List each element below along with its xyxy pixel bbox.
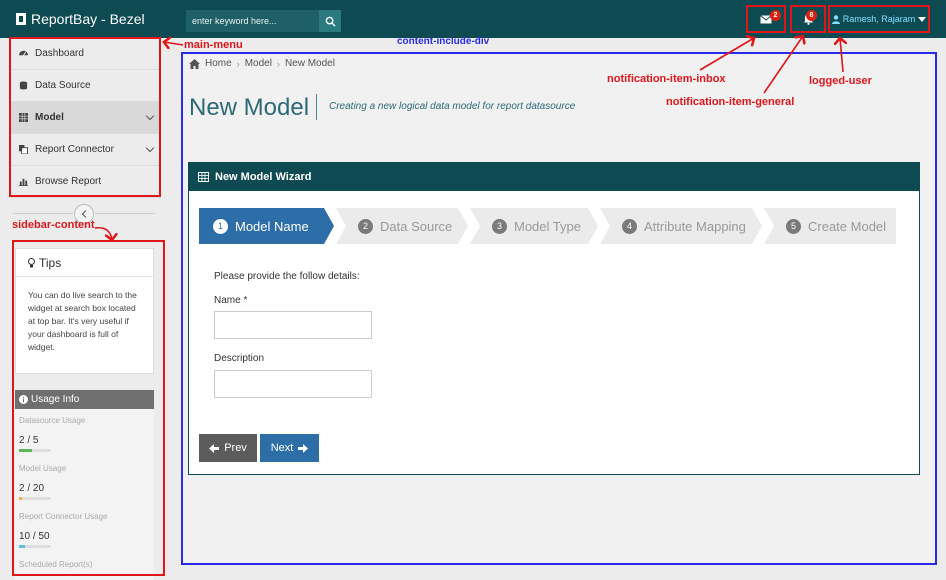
step-label: Attribute Mapping <box>644 218 746 234</box>
search-icon <box>325 16 336 27</box>
step-label: Data Source <box>380 218 453 234</box>
chevron-left-icon <box>81 210 87 218</box>
arrow-left-icon <box>209 443 220 453</box>
step-number: 2 <box>358 218 373 234</box>
step-notch <box>600 208 610 244</box>
annotation-notification-item-inbox: notification-item-inbox <box>607 73 726 85</box>
breadcrumb-separator: › <box>276 58 280 69</box>
divider <box>13 213 73 214</box>
app-brand[interactable]: ReportBay - Bezel <box>16 11 145 27</box>
arrow-right-icon <box>298 443 309 453</box>
page-title: New Model <box>189 94 310 121</box>
caret-down-icon <box>918 16 927 22</box>
wizard-step-create-model[interactable]: 5 Create Model <box>764 208 896 244</box>
wizard-step-model-type[interactable]: 3 Model Type <box>470 208 598 244</box>
step-label: Create Model <box>808 218 887 234</box>
main-menu-highlight <box>9 37 161 197</box>
annotation-sidebar-content: sidebar-content <box>12 219 95 231</box>
breadcrumb-model[interactable]: Model <box>245 58 272 69</box>
annotation-logged-user: logged-user <box>809 75 872 87</box>
breadcrumb-home[interactable]: Home <box>205 58 232 69</box>
table-icon <box>198 172 209 182</box>
prev-label: Prev <box>224 442 247 454</box>
notification-item-inbox[interactable]: 2 <box>746 5 786 33</box>
notification-item-general[interactable]: 8 <box>790 5 826 33</box>
next-button[interactable]: Next <box>260 434 319 462</box>
description-label: Description <box>214 353 265 364</box>
inbox-count-badge: 2 <box>770 10 781 21</box>
wizard-step-model-name[interactable]: 1 Model Name <box>199 208 334 244</box>
prev-button[interactable]: Prev <box>199 434 257 462</box>
form-intro: Please provide the follow details: <box>214 271 360 282</box>
top-bar: ReportBay - Bezel 2 8 Ramesh, Rajaram <box>0 0 946 38</box>
divider <box>95 213 155 214</box>
logged-user[interactable]: Ramesh, Rajaram <box>828 5 930 33</box>
sidebar-content-highlight <box>12 240 165 576</box>
annotation-content-include-div: content-include-div <box>397 36 490 47</box>
app-title: ReportBay - Bezel <box>31 11 145 27</box>
breadcrumb: Home › Model › New Model <box>189 58 335 69</box>
step-arrow <box>458 208 468 244</box>
wizard-title: New Model Wizard <box>215 171 312 183</box>
step-notch <box>336 208 346 244</box>
search-button[interactable] <box>319 10 341 32</box>
name-label: Name * <box>214 295 248 306</box>
content-include-div: Home › Model › New Model New Model Creat… <box>181 52 937 565</box>
description-input[interactable] <box>214 370 372 398</box>
step-number: 4 <box>622 218 637 234</box>
annotation-notification-item-general: notification-item-general <box>666 96 795 108</box>
wizard-step-attribute-mapping[interactable]: 4 Attribute Mapping <box>600 208 762 244</box>
breadcrumb-current: New Model <box>284 58 335 69</box>
annotation-main-menu: main-menu <box>184 39 243 51</box>
step-label: Model Name <box>235 218 309 234</box>
step-notch <box>470 208 480 244</box>
step-number: 1 <box>213 218 228 234</box>
wizard-step-data-source[interactable]: 2 Data Source <box>336 208 468 244</box>
step-arrow <box>588 208 598 244</box>
user-icon <box>831 14 840 24</box>
home-icon <box>189 58 200 69</box>
wizard-header: New Model Wizard <box>189 163 919 191</box>
wizard-steps: 1 Model Name 2 Data Source 3 Model Type … <box>199 208 896 244</box>
step-arrow <box>752 208 762 244</box>
new-model-wizard: New Model Wizard 1 Model Name 2 Data Sou… <box>188 162 920 475</box>
step-arrow <box>324 208 334 244</box>
step-number: 3 <box>492 218 507 234</box>
step-notch <box>764 208 774 244</box>
name-input[interactable] <box>214 311 372 339</box>
search-bar <box>186 10 341 32</box>
step-number: 5 <box>786 218 801 234</box>
breadcrumb-separator: › <box>236 58 240 69</box>
page-subtitle: Creating a new logical data model for re… <box>329 101 576 112</box>
search-input[interactable] <box>186 10 319 32</box>
report-icon <box>16 13 26 25</box>
user-name: Ramesh, Rajaram <box>842 14 916 24</box>
next-label: Next <box>270 442 294 454</box>
general-count-badge: 8 <box>806 10 817 21</box>
title-divider <box>316 94 317 120</box>
step-label: Model Type <box>514 218 581 234</box>
